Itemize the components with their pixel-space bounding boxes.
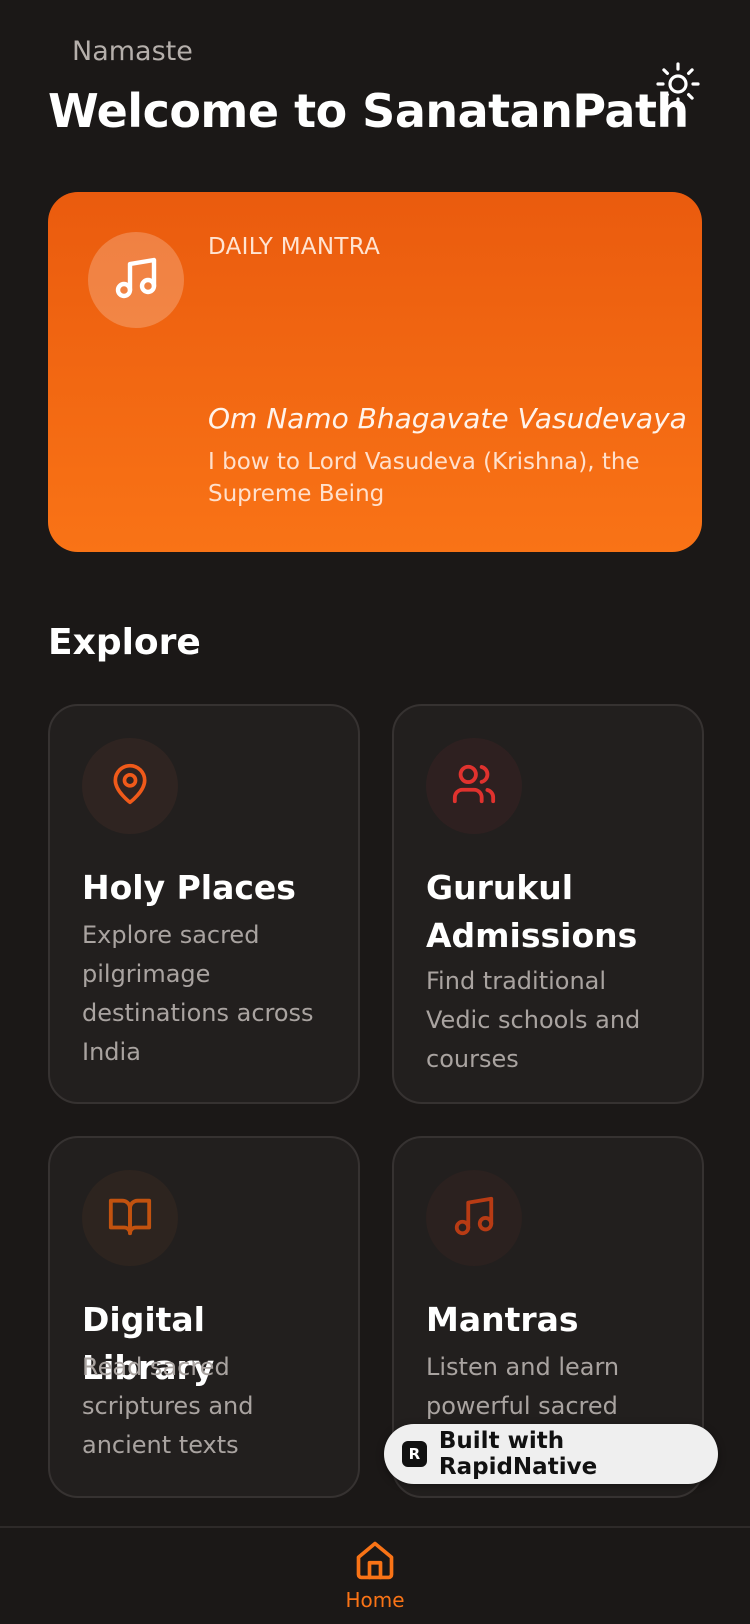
gurukul-icon-circle	[426, 738, 522, 834]
music-note-icon	[112, 254, 160, 306]
greeting-text: Namaste	[72, 36, 193, 67]
rapidnative-logo-icon: R	[402, 1441, 427, 1467]
music-note-icon	[451, 1193, 497, 1243]
gurukul-admissions-description: Find traditional Vedic schools and cours…	[426, 967, 641, 1073]
map-pin-icon	[108, 762, 152, 810]
digital-library-description: Read sacred scriptures and ancient texts	[82, 1353, 254, 1459]
mantra-meaning: I bow to Lord Vasudeva (Krishna), the Su…	[208, 449, 640, 507]
holy-places-title: Holy Places	[82, 868, 296, 907]
explore-section-title: Explore	[48, 622, 201, 663]
sun-icon	[655, 61, 701, 111]
gurukul-admissions-title: Gurukul Admissions	[426, 868, 638, 955]
built-with-text: Built with RapidNative	[438, 1428, 598, 1480]
holy-places-icon-circle	[82, 738, 178, 834]
mantras-icon-circle	[426, 1170, 522, 1266]
digital-library-card[interactable]: Digital Library Read sacred scriptures a…	[48, 1136, 360, 1498]
gurukul-admissions-card[interactable]: Gurukul Admissions Find traditional Vedi…	[392, 704, 704, 1104]
mantra-text: Om Namo Bhagavate Vasudevaya	[208, 402, 687, 435]
theme-toggle-button[interactable]	[654, 62, 702, 110]
bottom-tab-bar: Home	[0, 1526, 750, 1624]
users-icon	[451, 761, 497, 811]
mantras-description: Listen and learn powerful sacred	[426, 1353, 620, 1420]
tab-home-label: Home	[345, 1588, 405, 1612]
daily-mantra-label: DAILY MANTRA	[208, 234, 381, 260]
tab-home[interactable]: Home	[325, 1538, 425, 1624]
built-with-rapidnative-badge[interactable]: R Built with RapidNative	[384, 1424, 718, 1484]
holy-places-card[interactable]: Holy Places Explore sacred pilgrimage de…	[48, 704, 360, 1104]
book-open-icon	[107, 1193, 153, 1243]
mantra-icon-circle	[88, 232, 184, 328]
mantras-title: Mantras	[426, 1300, 579, 1339]
digital-library-icon-circle	[82, 1170, 178, 1266]
page-title: Welcome to SanatanPath	[48, 84, 689, 138]
daily-mantra-card[interactable]: DAILY MANTRA Om Namo Bhagavate Vasudevay…	[48, 192, 702, 552]
home-icon	[353, 1538, 397, 1586]
holy-places-description: Explore sacred pilgrimage destinations a…	[82, 921, 314, 1066]
